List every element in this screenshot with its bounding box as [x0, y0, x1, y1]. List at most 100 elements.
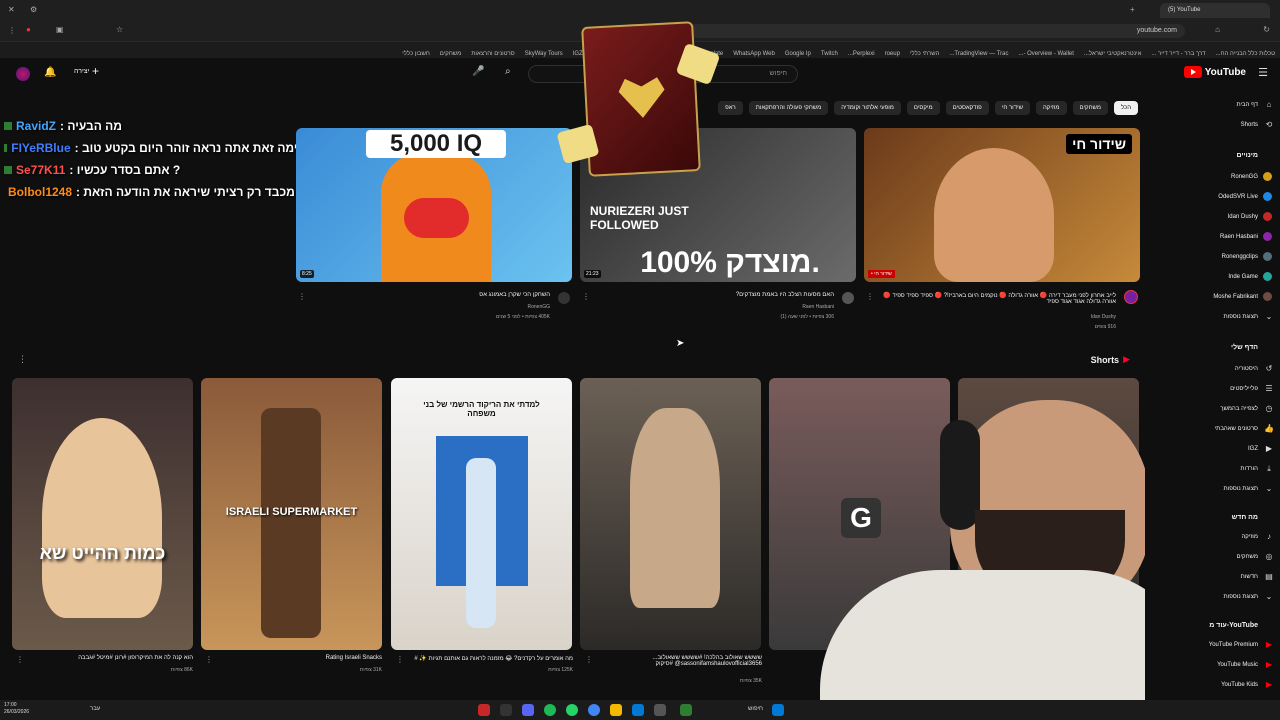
video-thumbnail-1[interactable]: 5,000 IQ 8:25	[296, 128, 572, 282]
video-title-3[interactable]: לייב אחרון לפני מעבר דירה 🔴 אוורה גדולה …	[878, 292, 1116, 305]
create-button[interactable]: יצירה	[74, 68, 89, 75]
video-channel-2[interactable]: Raen Hasbani	[594, 304, 834, 310]
short-thumbnail-3[interactable]: למדתי את הריקוד הרשמי של בני משפחה	[391, 378, 572, 650]
extension-icon[interactable]: ●	[26, 25, 31, 34]
language-indicator[interactable]: עבר	[90, 706, 100, 712]
sidebar-item-sub[interactable]: OdedSVR Live	[1148, 194, 1258, 200]
youtube-logo[interactable]: YouTube	[1183, 66, 1246, 78]
sidebar-item-sub[interactable]: RonenGG	[1148, 174, 1258, 180]
bookmark-item[interactable]: חשבון כללי	[402, 51, 430, 57]
chip-8[interactable]: ראפ	[718, 101, 743, 115]
browser-menu-icon[interactable]: ⚙	[30, 5, 37, 14]
sidebar-item-you[interactable]: IGZ	[1148, 446, 1258, 452]
spotify-icon[interactable]	[544, 704, 556, 716]
bookmark-item[interactable]: Overview - Wallet -...	[1018, 51, 1073, 57]
chip-1[interactable]: משחקים	[1072, 101, 1108, 115]
sidebar-item-more[interactable]: YouTube Premium	[1148, 642, 1258, 648]
chip-4[interactable]: פודקאסטים	[945, 101, 989, 115]
taskbar-app-icon[interactable]	[478, 704, 490, 716]
bookmark-item[interactable]: roeup	[885, 51, 900, 57]
sidebar-show-more-2[interactable]: תצוגת נוספות	[1148, 486, 1258, 492]
short-title-4[interactable]: שששש שאולוב בהלכה! #שששש ששאולוב... sass…	[597, 655, 762, 667]
bookmark-item[interactable]: טכלות כלל הבנייה הח...	[1216, 51, 1275, 57]
close-window-icon[interactable]: ✕	[8, 5, 15, 14]
sidebar-item-you[interactable]: הורדות	[1148, 466, 1258, 472]
chrome-icon[interactable]	[588, 704, 600, 716]
sidebar-item-sub[interactable]: Idan Dushy	[1148, 214, 1258, 220]
new-tab-icon[interactable]: +	[1130, 5, 1135, 14]
sidebar-item-sub[interactable]: Moshe Fabrikant	[1148, 294, 1258, 300]
chip-3[interactable]: שידור חי	[994, 101, 1030, 115]
avatar[interactable]	[16, 67, 30, 81]
sidebar-item-home[interactable]: דף הבית	[1148, 102, 1258, 108]
short-thumbnail-1[interactable]: כמות ההייט שא	[12, 378, 193, 650]
video-menu-icon-2[interactable]: ⋮	[582, 292, 590, 301]
video-thumbnail-3[interactable]: שידור חי • שידור חי	[864, 128, 1140, 282]
short-menu-icon-4[interactable]: ⋮	[585, 655, 593, 664]
channel-avatar-2[interactable]	[842, 292, 854, 304]
short-thumbnail-4[interactable]	[580, 378, 761, 650]
short-title[interactable]: הוא קנה לה את המיקרופון #רונן #מיטל #גבב…	[28, 655, 193, 661]
taskbar-app-icon[interactable]	[680, 704, 692, 716]
bookmark-star-icon[interactable]: ☆	[116, 25, 123, 34]
sidebar-item-shorts[interactable]: Shorts	[1148, 122, 1258, 128]
bookmark-item[interactable]: SkyWay Tours	[525, 51, 563, 57]
sidebar-item-you[interactable]: פלייליסטים	[1148, 386, 1258, 392]
hamburger-menu-icon[interactable]: ☰	[1258, 66, 1268, 79]
folder-icon[interactable]	[610, 704, 622, 716]
short-menu-icon-2[interactable]: ⋮	[205, 655, 213, 664]
reload-icon[interactable]: ↻	[1263, 25, 1270, 34]
notifications-bell-icon[interactable]: 🔔	[44, 67, 56, 78]
bookmark-item[interactable]: אינטרנאקטיבי ישראל...	[1084, 51, 1141, 57]
taskbar-app-icon[interactable]	[654, 704, 666, 716]
menu-dots-icon[interactable]: ⋮	[8, 26, 16, 35]
sidebar-item-you[interactable]: סרטונים שאהבתי	[1148, 426, 1258, 432]
discord-icon[interactable]	[522, 704, 534, 716]
short-title-2[interactable]: Rating Israeli Snacks	[217, 655, 382, 661]
you-header[interactable]: הדף שלי	[1231, 344, 1258, 351]
short-menu-icon[interactable]: ⋮	[16, 655, 24, 664]
channel-avatar[interactable]	[558, 292, 570, 304]
sidebar-item-more[interactable]: YouTube Music	[1148, 662, 1258, 668]
sidebar-item-sub[interactable]: Raen Hasbani	[1148, 234, 1258, 240]
bookmark-item[interactable]: סרטונים והרצאות	[471, 51, 514, 57]
sidebar-item-you[interactable]: לצפייה בהמשך	[1148, 406, 1258, 412]
store-icon[interactable]	[632, 704, 644, 716]
voice-search-icon[interactable]: 🎤	[472, 66, 484, 77]
bookmark-item[interactable]: TradingView — Trac...	[949, 51, 1008, 57]
taskbar-search[interactable]: חיפוש	[748, 706, 763, 712]
short-title-3[interactable]: מה אומרים על רקדנים? 😂 מזמנה לראות גם או…	[408, 655, 573, 662]
bookmark-item[interactable]: IGZ	[573, 51, 583, 57]
sidebar-item-sub[interactable]: Ronenggclips	[1148, 254, 1258, 260]
taskbar-app-icon[interactable]	[500, 704, 512, 716]
video-channel[interactable]: RonenGG	[310, 304, 550, 310]
chip-5[interactable]: מיקסים	[906, 101, 940, 115]
windows-start-icon[interactable]	[772, 704, 784, 716]
sidebar-item-more[interactable]: YouTube Kids	[1148, 682, 1258, 688]
bookmark-item[interactable]: Twitch	[821, 51, 838, 57]
sidebar-item-you[interactable]: היסטוריה	[1148, 366, 1258, 372]
video-menu-icon-3[interactable]: ⋮	[866, 292, 874, 301]
subscriptions-header[interactable]: מינויים	[1237, 152, 1258, 159]
chip-2[interactable]: מוזיקה	[1036, 101, 1067, 115]
video-channel-3[interactable]: Idan Dushy	[878, 314, 1116, 320]
chip-0[interactable]: הכל	[1113, 101, 1138, 115]
chip-6[interactable]: מופעי אלתור וקומדיה	[834, 101, 901, 115]
short-thumbnail-2[interactable]: ISRAELI SUPERMARKET	[201, 378, 382, 650]
sidebar-item-sub[interactable]: Inde Game	[1148, 274, 1258, 280]
sidebar-show-more[interactable]: תצוגת נוספות	[1148, 314, 1258, 320]
bookmark-item[interactable]: השרתי כללי	[910, 51, 939, 57]
sidebar-item-explore[interactable]: חדשות	[1148, 574, 1258, 580]
bookmark-item[interactable]: דרך ברר - דייר דייר ...	[1151, 51, 1205, 57]
bookmark-item[interactable]: משחקים	[440, 51, 461, 57]
plus-icon[interactable]: +	[92, 64, 99, 78]
chip-7[interactable]: משחקי פעולה והרפתקאות	[748, 101, 829, 115]
shorts-menu-icon[interactable]: ⋮	[18, 354, 27, 365]
extension-icon-2[interactable]: ▣	[56, 25, 64, 34]
whatsapp-icon[interactable]	[566, 704, 578, 716]
bookmark-item[interactable]: WhatsApp Web	[733, 51, 775, 57]
bookmark-item[interactable]: Google Ip	[785, 51, 811, 57]
video-title[interactable]: השחקן הכי שקרן באמונג אס	[310, 292, 550, 298]
tab-youtube[interactable]: (5) YouTube	[1160, 3, 1270, 18]
sidebar-item-explore[interactable]: מוזיקה	[1148, 534, 1258, 540]
